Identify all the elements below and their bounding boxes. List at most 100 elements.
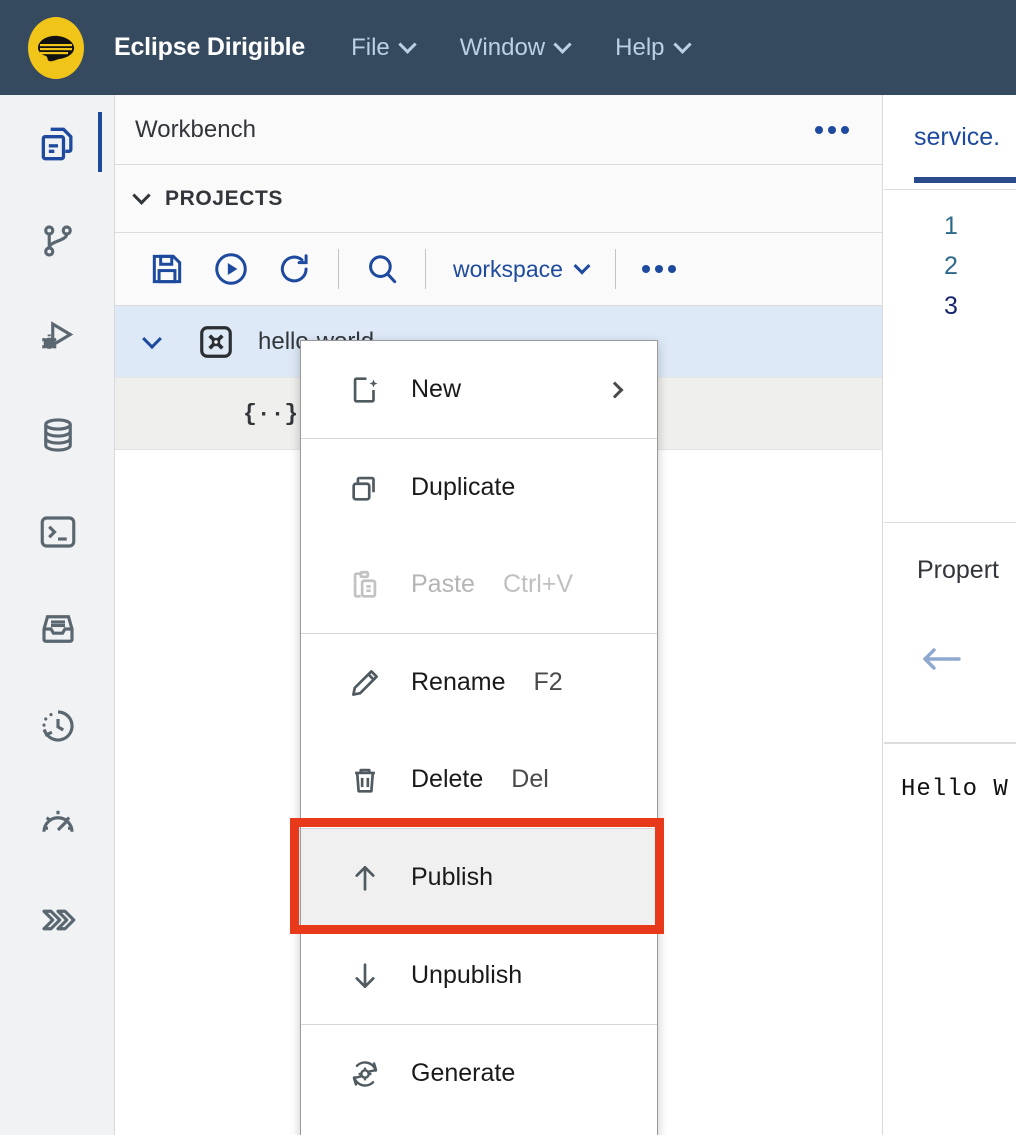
- context-menu-item-label: Generate: [411, 1059, 516, 1087]
- context-menu-group: Duplicate Paste Ctrl+V: [301, 439, 657, 634]
- chevron-down-icon[interactable]: [142, 328, 162, 349]
- rail-item-history[interactable]: [0, 677, 115, 774]
- json-file-icon: {··}: [243, 400, 299, 427]
- project-icon: [197, 323, 235, 361]
- context-menu-item-new[interactable]: New: [301, 341, 657, 438]
- context-menu-item-generate[interactable]: Generate: [301, 1025, 657, 1122]
- line-number: 1: [944, 212, 958, 240]
- rail-item-git[interactable]: [0, 192, 115, 289]
- properties-panel: Propert: [884, 522, 1016, 742]
- context-menu-group: Unpublish: [301, 927, 657, 1025]
- projects-section-header[interactable]: PROJECTS: [115, 165, 882, 233]
- rail-item-inbox[interactable]: [0, 580, 115, 677]
- context-menu-item-paste: Paste Ctrl+V: [301, 536, 657, 633]
- save-button[interactable]: [135, 237, 199, 301]
- context-menu-item-shortcut: Del: [511, 765, 549, 793]
- arrow-left-icon[interactable]: [917, 643, 963, 680]
- chevron-down-icon: [553, 35, 572, 54]
- line-number: 3: [944, 292, 958, 320]
- application-window: Eclipse Dirigible File Window Help Workb…: [0, 0, 1016, 1135]
- context-menu-item-rename[interactable]: Rename F2: [301, 634, 657, 731]
- workbench-toolbar: workspace: [115, 233, 882, 306]
- rail-item-gauge[interactable]: [0, 774, 115, 871]
- context-menu-item-publish[interactable]: Publish: [301, 829, 657, 926]
- pencil-icon: [348, 666, 386, 700]
- context-menu-item-label: Publish: [411, 863, 493, 891]
- page-title: Workbench: [135, 115, 256, 143]
- rail-active-indicator: [98, 112, 102, 172]
- chevron-down-icon[interactable]: [132, 186, 151, 205]
- editor-column: service. 1 2 3 Propert Hello W: [884, 95, 1016, 1135]
- rail-item-files[interactable]: [0, 95, 115, 192]
- workbench-more-button[interactable]: [815, 125, 849, 134]
- toolbar-more-button[interactable]: [627, 237, 691, 301]
- chevron-right-icon: [606, 381, 624, 398]
- menu-help[interactable]: Help: [615, 33, 692, 62]
- chevron-down-icon: [398, 35, 417, 54]
- context-menu-item-unpublish[interactable]: Unpublish: [301, 927, 657, 1024]
- ellipsis-icon: [841, 125, 849, 134]
- arrow-up-icon: [348, 861, 386, 895]
- trash-icon: [348, 763, 386, 797]
- top-header-bar: Eclipse Dirigible File Window Help: [0, 0, 1016, 95]
- ellipsis-icon: [667, 265, 676, 273]
- ellipsis-icon: [815, 125, 823, 134]
- menu-help-label: Help: [615, 33, 665, 61]
- toolbar-divider: [338, 249, 339, 289]
- dirigible-logo-icon: [28, 16, 84, 79]
- context-menu-item-shortcut: Ctrl+V: [502, 570, 574, 598]
- context-menu-item-label: Paste: [411, 570, 475, 598]
- chevron-down-icon: [573, 257, 591, 275]
- context-menu-item-label: Rename: [411, 668, 506, 696]
- workspace-selector[interactable]: workspace: [437, 256, 604, 283]
- context-menu-group: Publish: [301, 829, 657, 927]
- rail-item-terminal[interactable]: [0, 483, 115, 580]
- console-output-text: Hello W: [901, 776, 1009, 803]
- ellipsis-icon: [641, 265, 650, 273]
- properties-title: Propert: [917, 556, 999, 584]
- chevron-down-icon: [672, 35, 692, 54]
- menu-file-label: File: [351, 33, 390, 61]
- context-menu-group: Generate: [301, 1025, 657, 1122]
- new-file-icon: [348, 373, 386, 407]
- context-menu: New Duplicate Paste Ctrl+V Rename F2 Del…: [300, 340, 658, 1135]
- context-menu-item-label: Unpublish: [411, 961, 523, 989]
- rail-item-more[interactable]: [0, 871, 115, 968]
- main-menubar: File Window Help: [351, 34, 734, 62]
- context-menu-item-duplicate[interactable]: Duplicate: [301, 439, 657, 536]
- context-menu-item-label: Duplicate: [411, 473, 516, 501]
- editor-tab-service[interactable]: service.: [914, 123, 1000, 152]
- refresh-button[interactable]: [263, 237, 327, 301]
- editor-line-gutter: 1 2 3: [884, 190, 1016, 326]
- menu-file[interactable]: File: [351, 33, 417, 62]
- editor-content-area[interactable]: [884, 326, 1016, 522]
- context-menu-item-delete[interactable]: Delete Del: [301, 731, 657, 828]
- context-menu-group: New: [301, 341, 657, 439]
- rail-item-debug[interactable]: [0, 289, 115, 386]
- ellipsis-icon: [828, 125, 836, 134]
- activity-rail: [0, 95, 115, 1135]
- search-button[interactable]: [350, 237, 414, 301]
- rail-item-database[interactable]: [0, 386, 115, 483]
- context-menu-item-label: New: [411, 375, 462, 403]
- toolbar-divider: [614, 249, 616, 289]
- menu-window[interactable]: Window: [459, 33, 572, 62]
- run-button[interactable]: [199, 237, 263, 301]
- app-brand-title: Eclipse Dirigible: [114, 33, 306, 61]
- projects-section-label: PROJECTS: [165, 186, 283, 210]
- workbench-header: Workbench: [115, 95, 882, 165]
- menu-window-label: Window: [459, 33, 546, 61]
- arrow-down-icon: [348, 959, 386, 993]
- workspace-selector-label: workspace: [453, 255, 563, 282]
- line-number: 2: [944, 252, 958, 280]
- toolbar-divider: [425, 249, 426, 289]
- generate-gear-icon: [348, 1057, 386, 1091]
- editor-tabbar: service.: [884, 95, 1016, 190]
- active-tab-indicator: [914, 177, 1016, 183]
- context-menu-group: Rename F2 Delete Del: [301, 634, 657, 829]
- duplicate-icon: [348, 471, 386, 505]
- paste-icon: [348, 568, 386, 602]
- console-output-panel: Hello W: [884, 742, 1016, 803]
- context-menu-item-label: Delete: [411, 765, 484, 793]
- context-menu-item-shortcut: F2: [533, 668, 563, 696]
